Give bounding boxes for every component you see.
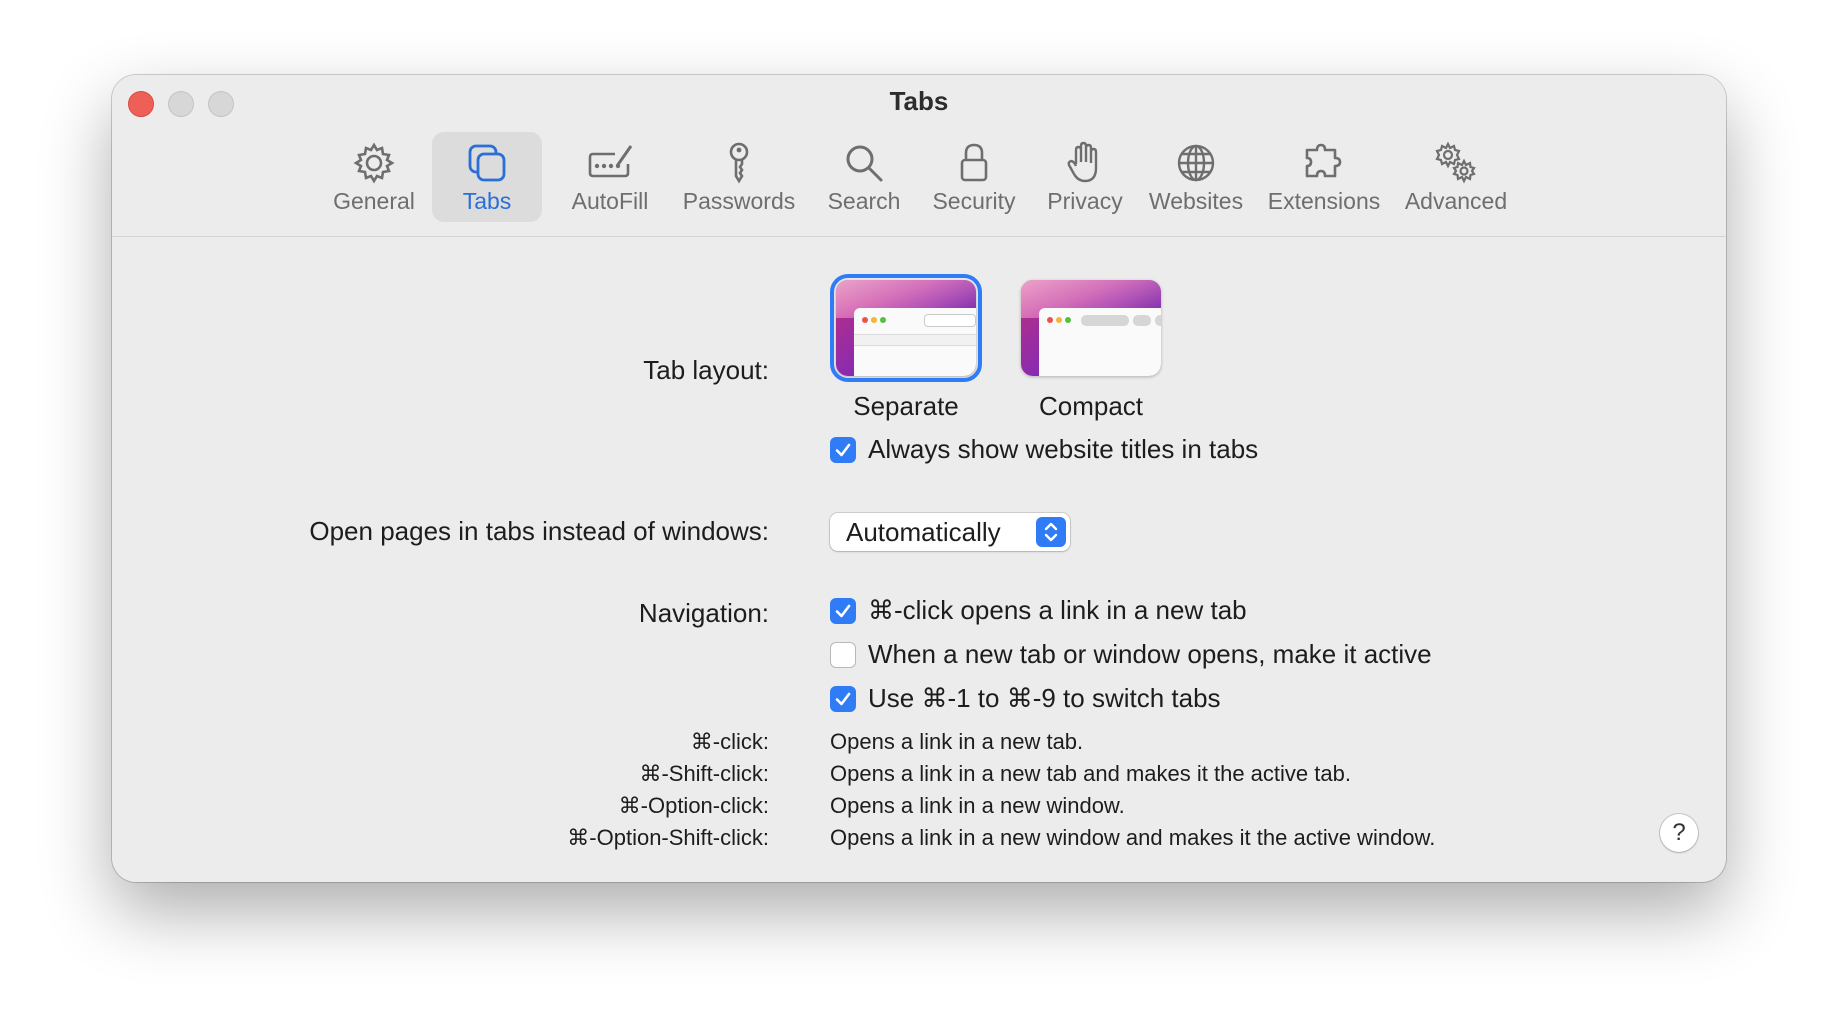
toolbar-label: Tabs: [462, 188, 512, 214]
shortcut-key: ⌘-Option-Shift-click:: [567, 825, 769, 850]
open-pages-popup[interactable]: Automatically: [830, 513, 1070, 551]
always-show-titles-label: Always show website titles in tabs: [868, 434, 1259, 464]
open-pages-label: Open pages in tabs instead of windows:: [309, 516, 769, 546]
cmd-number-switch-checkbox[interactable]: [830, 685, 856, 712]
make-active-label: When a new tab or window opens, make it …: [868, 639, 1432, 669]
compact-caption: Compact: [1038, 391, 1144, 421]
always-show-titles-checkbox[interactable]: [830, 436, 856, 463]
toolbar-passwords[interactable]: Passwords: [674, 132, 804, 222]
toolbar-websites[interactable]: Websites: [1140, 132, 1252, 222]
shortcut-key: ⌘-click:: [690, 729, 769, 754]
toolbar-autofill[interactable]: AutoFill: [552, 132, 668, 222]
hand-icon: [1067, 141, 1098, 183]
toolbar-extensions[interactable]: Extensions: [1260, 132, 1388, 222]
globe-icon: [1177, 144, 1215, 182]
shortcut-description: Opens a link in a new window.: [830, 793, 1125, 818]
chevron-up-down-icon: [1036, 517, 1066, 547]
tab-layout-label: Tab layout:: [643, 355, 769, 385]
autofill-icon: [588, 145, 633, 178]
preferences-window: Tabs General Tabs AutoFill Passwords Sea…: [112, 75, 1726, 882]
gear-icon: [353, 142, 395, 184]
toolbar-advanced[interactable]: Advanced: [1396, 132, 1516, 222]
window-title: Tabs: [889, 86, 949, 116]
shortcut-description: Opens a link in a new tab and makes it t…: [830, 761, 1351, 786]
cmd-number-switch-label: Use ⌘-1 to ⌘-9 to switch tabs: [868, 683, 1221, 713]
titlebar: Tabs General Tabs AutoFill Passwords Sea…: [112, 75, 1726, 237]
toolbar-label: Privacy: [1047, 188, 1123, 214]
separate-caption: Separate: [853, 391, 959, 421]
cmd-click-new-tab-checkbox[interactable]: [830, 597, 856, 624]
toolbar-label: Passwords: [682, 188, 796, 214]
gears-icon: [1435, 141, 1476, 184]
toolbar-general[interactable]: General: [324, 132, 424, 222]
lock-icon: [960, 143, 988, 182]
toolbar-label: Websites: [1148, 188, 1244, 214]
compact-layout-thumbnail[interactable]: [1021, 280, 1161, 376]
toolbar-label: AutoFill: [571, 188, 649, 214]
search-icon: [846, 145, 883, 182]
make-active-checkbox[interactable]: [830, 641, 856, 668]
toolbar-search[interactable]: Search: [812, 132, 916, 222]
toolbar-tabs[interactable]: Tabs: [432, 132, 542, 222]
shortcut-key: ⌘-Shift-click:: [639, 761, 769, 786]
cmd-click-new-tab-option[interactable]: ⌘-click opens a link in a new tab: [830, 595, 1247, 626]
toolbar-security[interactable]: Security: [922, 132, 1026, 222]
checkmark-icon: [835, 692, 851, 705]
shortcut-description: Opens a link in a new tab.: [830, 729, 1084, 754]
tabs-icon: [468, 144, 506, 182]
cmd-number-switch-option[interactable]: Use ⌘-1 to ⌘-9 to switch tabs: [830, 683, 1221, 714]
checkmark-icon: [835, 443, 851, 456]
puzzle-icon: [1305, 143, 1342, 178]
navigation-label: Navigation:: [638, 598, 769, 628]
shortcut-key: ⌘-Option-click:: [618, 793, 769, 818]
toolbar-privacy[interactable]: Privacy: [1036, 132, 1134, 222]
cmd-click-new-tab-label: ⌘-click opens a link in a new tab: [868, 595, 1247, 625]
toolbar-label: Security: [932, 188, 1016, 214]
toolbar-label: Search: [827, 188, 901, 214]
toolbar-label: Extensions: [1267, 188, 1381, 214]
open-pages-value: Automatically: [846, 516, 1001, 547]
always-show-titles-option[interactable]: Always show website titles in tabs: [830, 434, 1258, 465]
make-active-option[interactable]: When a new tab or window opens, make it …: [830, 639, 1432, 670]
toolbar-label: Advanced: [1404, 188, 1508, 214]
shortcut-description: Opens a link in a new window and makes i…: [830, 825, 1436, 850]
separate-layout-thumbnail[interactable]: [830, 274, 982, 382]
key-icon: [729, 142, 749, 184]
help-button[interactable]: ?: [1660, 814, 1698, 852]
checkmark-icon: [835, 604, 851, 617]
toolbar-label: General: [333, 188, 415, 214]
tabs-settings-pane: Tab layout: Separate Compact Always show…: [112, 237, 1726, 882]
